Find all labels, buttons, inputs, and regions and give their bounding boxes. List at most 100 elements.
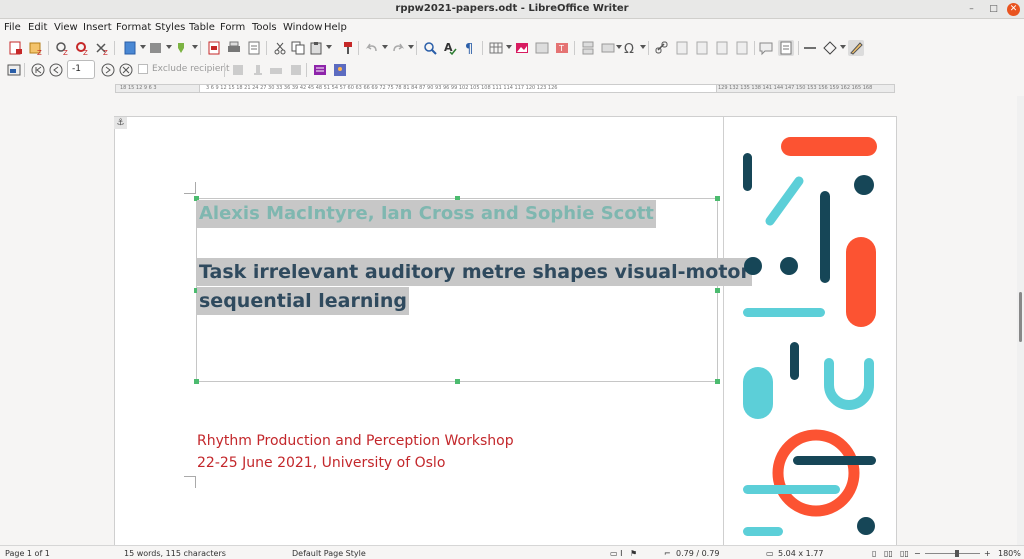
menu-form[interactable]: Form (220, 22, 245, 33)
settings-icon[interactable]: Z (74, 40, 90, 56)
exclude-recipient-checkbox[interactable] (138, 64, 148, 74)
menu-format[interactable]: Format (116, 22, 151, 33)
menu-help[interactable]: Help (324, 22, 347, 33)
redo-icon[interactable] (390, 40, 406, 56)
zoom-out-icon[interactable]: − (914, 549, 921, 558)
paper-title-line[interactable]: sequential learning (197, 287, 410, 315)
find-replace-icon[interactable] (422, 40, 438, 56)
chevron-down-icon[interactable] (166, 45, 172, 49)
zoom-slider-knob[interactable] (955, 550, 959, 557)
menu-styles[interactable]: Styles (155, 22, 185, 33)
maximize-button[interactable]: □ (987, 3, 1000, 16)
page-break-icon[interactable] (580, 40, 596, 56)
page-count[interactable]: Page 1 of 1 (5, 549, 50, 558)
menu-table[interactable]: Table (189, 22, 215, 33)
autocorrect-icon[interactable]: Z (94, 40, 110, 56)
print-merged-icon[interactable] (250, 62, 266, 78)
endnote-icon[interactable] (694, 40, 710, 56)
insert-textbox-icon[interactable]: T (554, 40, 570, 56)
insert-chart-icon[interactable] (534, 40, 550, 56)
scrollbar-thumb[interactable] (1019, 292, 1022, 342)
vertical-scrollbar[interactable] (1017, 96, 1024, 545)
edit-document-icon[interactable] (6, 62, 22, 78)
print-icon[interactable] (226, 40, 242, 56)
chevron-down-icon[interactable] (382, 45, 388, 49)
save-merged-icon[interactable] (230, 62, 246, 78)
resize-handle[interactable] (194, 379, 199, 384)
email-merged-icon[interactable] (268, 62, 284, 78)
undo-icon[interactable] (364, 40, 380, 56)
cut-icon[interactable] (272, 40, 288, 56)
zoom-in-icon[interactable]: + (984, 549, 991, 558)
special-character-icon[interactable]: Ω (622, 40, 638, 56)
page-style[interactable]: Default Page Style (292, 549, 366, 558)
book-view-icon[interactable]: ▯▯ (900, 549, 909, 558)
zoom-slider[interactable] (925, 553, 980, 554)
basic-shapes-icon[interactable] (822, 40, 838, 56)
decorative-pattern-image[interactable] (724, 117, 896, 545)
hyperlink-icon[interactable] (654, 40, 670, 56)
menu-edit[interactable]: Edit (28, 22, 47, 33)
resize-handle[interactable] (455, 379, 460, 384)
chevron-down-icon[interactable] (140, 45, 146, 49)
edit-icon[interactable] (174, 40, 190, 56)
chevron-down-icon[interactable] (326, 45, 332, 49)
next-record-icon[interactable] (100, 62, 116, 78)
insert-table-icon[interactable] (488, 40, 504, 56)
formatting-marks-icon[interactable]: ¶ (462, 40, 478, 56)
record-number-input[interactable]: -1 (67, 60, 95, 79)
print-preview-icon[interactable] (246, 40, 262, 56)
sort-icon[interactable]: Z (28, 40, 44, 56)
paper-authors[interactable]: Alexis MacIntyre, Ian Cross and Sophie S… (197, 200, 656, 228)
chevron-down-icon[interactable] (840, 45, 846, 49)
track-changes-icon[interactable] (778, 40, 794, 56)
resize-handle[interactable] (715, 288, 720, 293)
address-list-icon[interactable] (312, 62, 328, 78)
clone-formatting-icon[interactable] (340, 40, 356, 56)
workshop-name[interactable]: Rhythm Production and Perception Worksho… (197, 433, 514, 449)
menu-window[interactable]: Window (283, 22, 322, 33)
previous-record-icon[interactable] (48, 62, 64, 78)
insert-field-icon[interactable] (600, 40, 616, 56)
chevron-down-icon[interactable] (408, 45, 414, 49)
cross-reference-icon[interactable] (734, 40, 750, 56)
mail-merge-wizard-icon[interactable] (332, 62, 348, 78)
spelling-icon[interactable]: A (442, 40, 458, 56)
paste-icon[interactable] (308, 40, 324, 56)
resize-handle[interactable] (715, 379, 720, 384)
bookmark-icon[interactable] (714, 40, 730, 56)
chevron-down-icon[interactable] (640, 45, 646, 49)
draw-functions-icon[interactable] (848, 40, 864, 56)
horizontal-ruler[interactable]: 18 15 12 9 6 3 3 6 9 12 15 18 21 24 27 3… (0, 82, 1024, 96)
menu-file[interactable]: File (4, 22, 21, 33)
menu-insert[interactable]: Insert (83, 22, 112, 33)
multi-page-view-icon[interactable]: ▯▯ (884, 549, 893, 558)
close-button[interactable]: ✕ (1007, 3, 1020, 16)
anchor-icon[interactable]: ⚓ (114, 117, 127, 129)
insert-line-icon[interactable] (802, 40, 818, 56)
menu-tools[interactable]: Tools (252, 22, 277, 33)
chevron-down-icon[interactable] (506, 45, 512, 49)
paper-title-line[interactable]: Task irrelevant auditory metre shapes vi… (197, 258, 752, 286)
first-record-icon[interactable] (30, 62, 46, 78)
new-document-icon[interactable] (122, 40, 138, 56)
copy-icon[interactable] (290, 40, 306, 56)
single-page-view-icon[interactable]: ▯ (872, 549, 876, 558)
word-count[interactable]: 15 words, 115 characters (124, 549, 226, 558)
zoom-level[interactable]: 180% (998, 549, 1021, 558)
templates-icon[interactable] (148, 40, 164, 56)
comment-icon[interactable] (758, 40, 774, 56)
insert-image-icon[interactable] (514, 40, 530, 56)
selection-mode-icon[interactable]: ▭ I (610, 549, 622, 558)
minimize-button[interactable]: – (965, 3, 978, 16)
document-area[interactable]: ⚓ Alexis MacIntyre, Ian Cross and Sophie… (0, 96, 1017, 545)
spellcheck-icon[interactable]: Z (54, 40, 70, 56)
exclude-record-icon[interactable] (118, 62, 134, 78)
resize-handle[interactable] (715, 196, 720, 201)
menu-view[interactable]: View (54, 22, 78, 33)
merged-document-icon[interactable] (288, 62, 304, 78)
export-pdf-icon[interactable] (206, 40, 222, 56)
footnote-icon[interactable] (674, 40, 690, 56)
workshop-date-location[interactable]: 22-25 June 2021, University of Oslo (197, 455, 445, 471)
chevron-down-icon[interactable] (192, 45, 198, 49)
